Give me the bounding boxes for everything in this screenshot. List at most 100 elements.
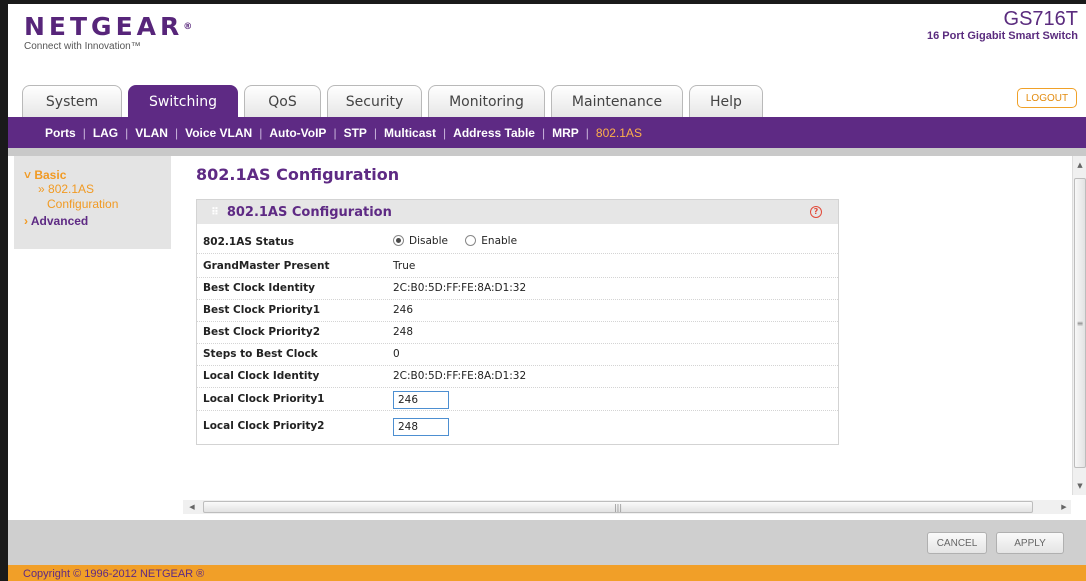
model-description: 16 Port Gigabit Smart Switch — [927, 30, 1078, 42]
subnav-auto-voip[interactable]: Auto-VoIP — [269, 126, 326, 140]
logo-text: NETGEAR — [24, 12, 184, 41]
main-tabs: System Switching QoS Security Monitoring… — [22, 85, 763, 117]
enable-label: Enable — [481, 235, 518, 247]
status-label: 802.1AS Status — [203, 236, 294, 248]
subnav-voice-vlan[interactable]: Voice VLAN — [185, 126, 252, 140]
subnav-separator: | — [259, 125, 263, 140]
subnav-lag[interactable]: LAG — [93, 126, 118, 140]
subnav-802-1as[interactable]: 802.1AS — [596, 126, 642, 140]
subnav-separator: | — [373, 125, 378, 140]
nav-sub-label-1: 802.1AS — [48, 182, 95, 196]
subnav-separator: | — [333, 125, 337, 140]
nav-802-1as-configuration[interactable]: » 802.1AS Configuration — [24, 182, 171, 212]
scroll-down-icon[interactable]: ▼ — [1073, 479, 1086, 493]
info-row: Best Clock Identity 2C:B0:5D:FF:FE:8A:D1… — [197, 278, 838, 300]
info-row: GrandMaster Present True — [197, 256, 838, 278]
panel-header: ⠿ 802.1AS Configuration ? — [197, 200, 838, 224]
netgear-logo: NETGEAR® Connect with Innovation™ — [24, 12, 193, 53]
nav-advanced-label: Advanced — [30, 214, 89, 228]
status-row: 802.1AS Status Disable Enable — [197, 232, 838, 254]
grip-icon: ||| — [613, 502, 623, 512]
row-value: 246 — [393, 304, 414, 316]
nav-sub-label-2: Configuration — [47, 197, 119, 211]
horizontal-scrollbar[interactable]: ◀ ||| ▶ — [183, 500, 1071, 514]
config-panel: ⠿ 802.1AS Configuration ? 802.1AS Status… — [196, 199, 839, 445]
page-title: 802.1AS Configuration — [196, 165, 400, 184]
subnav-multicast[interactable]: Multicast — [384, 126, 436, 140]
copyright: Copyright © 1996-2012 NETGEAR ® — [8, 565, 1086, 581]
chevron-right-icon: › — [24, 214, 31, 228]
sub-navigation: Ports | LAG | VLAN | Voice VLAN | Auto-VoIP |… — [8, 117, 1086, 148]
row-label: Best Clock Identity — [203, 282, 315, 294]
tab-switching[interactable]: Switching — [128, 85, 238, 117]
device-info: GS716T 16 Port Gigabit Smart Switch — [927, 8, 1078, 42]
info-row: Local Clock Identity 2C:B0:5D:FF:FE:8A:D… — [197, 366, 838, 388]
model-name: GS716T — [1003, 8, 1078, 30]
vertical-scroll-thumb[interactable]: ≡ — [1074, 178, 1086, 468]
row-value: 2C:B0:5D:FF:FE:8A:D1:32 — [393, 370, 527, 382]
info-row: Steps to Best Clock 0 — [197, 344, 838, 366]
nav-basic-label: Basic — [34, 168, 67, 182]
row-value: 2C:B0:5D:FF:FE:8A:D1:32 — [393, 282, 527, 294]
subnav-ports[interactable]: Ports — [45, 126, 76, 140]
scroll-left-icon[interactable]: ◀ — [185, 500, 199, 514]
radio-unselected-icon — [465, 235, 477, 246]
nav-basic[interactable]: ˅ Basic — [24, 168, 171, 182]
subnav-separator: | — [82, 125, 86, 140]
apply-button[interactable]: APPLY — [996, 532, 1064, 554]
subnav-separator: | — [174, 125, 179, 140]
tab-security[interactable]: Security — [327, 85, 422, 117]
grip-icon: ≡ — [1076, 318, 1084, 328]
nav-advanced[interactable]: › Advanced — [24, 214, 171, 228]
radio-selected-icon — [393, 235, 404, 246]
local-clock-priority2-input[interactable] — [393, 418, 449, 436]
registered-mark: ® — [183, 22, 193, 32]
row-label: Best Clock Priority1 — [203, 304, 321, 316]
help-icon[interactable]: ? — [810, 206, 822, 218]
tab-qos[interactable]: QoS — [244, 85, 321, 117]
tab-help[interactable]: Help — [689, 85, 763, 117]
subnav-vlan[interactable]: VLAN — [135, 126, 168, 140]
local-priority1-row: Local Clock Priority1 — [197, 389, 838, 411]
left-navigation: ˅ Basic » 802.1AS Configuration › Advanc… — [14, 156, 171, 249]
logout-button[interactable]: LOGOUT — [1017, 88, 1077, 108]
row-value: 248 — [393, 326, 414, 338]
row-label: Best Clock Priority2 — [203, 326, 321, 338]
row-value: True — [393, 260, 416, 272]
tagline: Connect with Innovation™ — [24, 41, 141, 52]
enable-radio[interactable]: Enable — [465, 235, 517, 247]
row-label: Local Clock Priority1 — [203, 393, 325, 405]
subnav-mrp[interactable]: MRP — [552, 126, 579, 140]
content-top-strip — [8, 148, 1086, 156]
subnav-separator: | — [585, 125, 589, 140]
tab-maintenance[interactable]: Maintenance — [551, 85, 683, 117]
browser-frame: NETGEAR® Connect with Innovation™ GS716T… — [8, 4, 1086, 581]
subnav-separator: | — [541, 125, 546, 140]
tab-system[interactable]: System — [22, 85, 122, 117]
scroll-right-icon[interactable]: ▶ — [1057, 500, 1071, 514]
row-value: 0 — [393, 348, 400, 360]
footer-action-bar: CANCEL APPLY — [8, 520, 1086, 565]
local-clock-priority1-input[interactable] — [393, 391, 449, 409]
disable-radio[interactable]: Disable — [393, 235, 448, 247]
cancel-button[interactable]: CANCEL — [927, 532, 987, 554]
info-row: Best Clock Priority2 248 — [197, 322, 838, 344]
row-label: GrandMaster Present — [203, 260, 330, 272]
local-priority2-row: Local Clock Priority2 — [197, 416, 838, 438]
row-label: Steps to Best Clock — [203, 348, 318, 360]
horizontal-scroll-thumb[interactable]: ||| — [203, 501, 1033, 513]
tab-monitoring[interactable]: Monitoring — [428, 85, 545, 117]
subnav-separator: | — [443, 125, 447, 140]
bullet-icon: » — [38, 182, 49, 196]
scroll-up-icon[interactable]: ▲ — [1073, 158, 1086, 172]
disable-label: Disable — [409, 235, 448, 247]
chevron-down-icon: ˅ — [24, 168, 35, 182]
grip-icon: ⠿ — [211, 206, 219, 218]
vertical-scrollbar[interactable]: ▲ ≡ ▼ — [1072, 156, 1086, 495]
subnav-address-table[interactable]: Address Table — [453, 126, 535, 140]
subnav-stp[interactable]: STP — [344, 126, 367, 140]
info-row: Best Clock Priority1 246 — [197, 300, 838, 322]
subnav-separator: | — [125, 125, 129, 140]
row-label: Local Clock Identity — [203, 370, 320, 382]
row-label: Local Clock Priority2 — [203, 420, 325, 432]
